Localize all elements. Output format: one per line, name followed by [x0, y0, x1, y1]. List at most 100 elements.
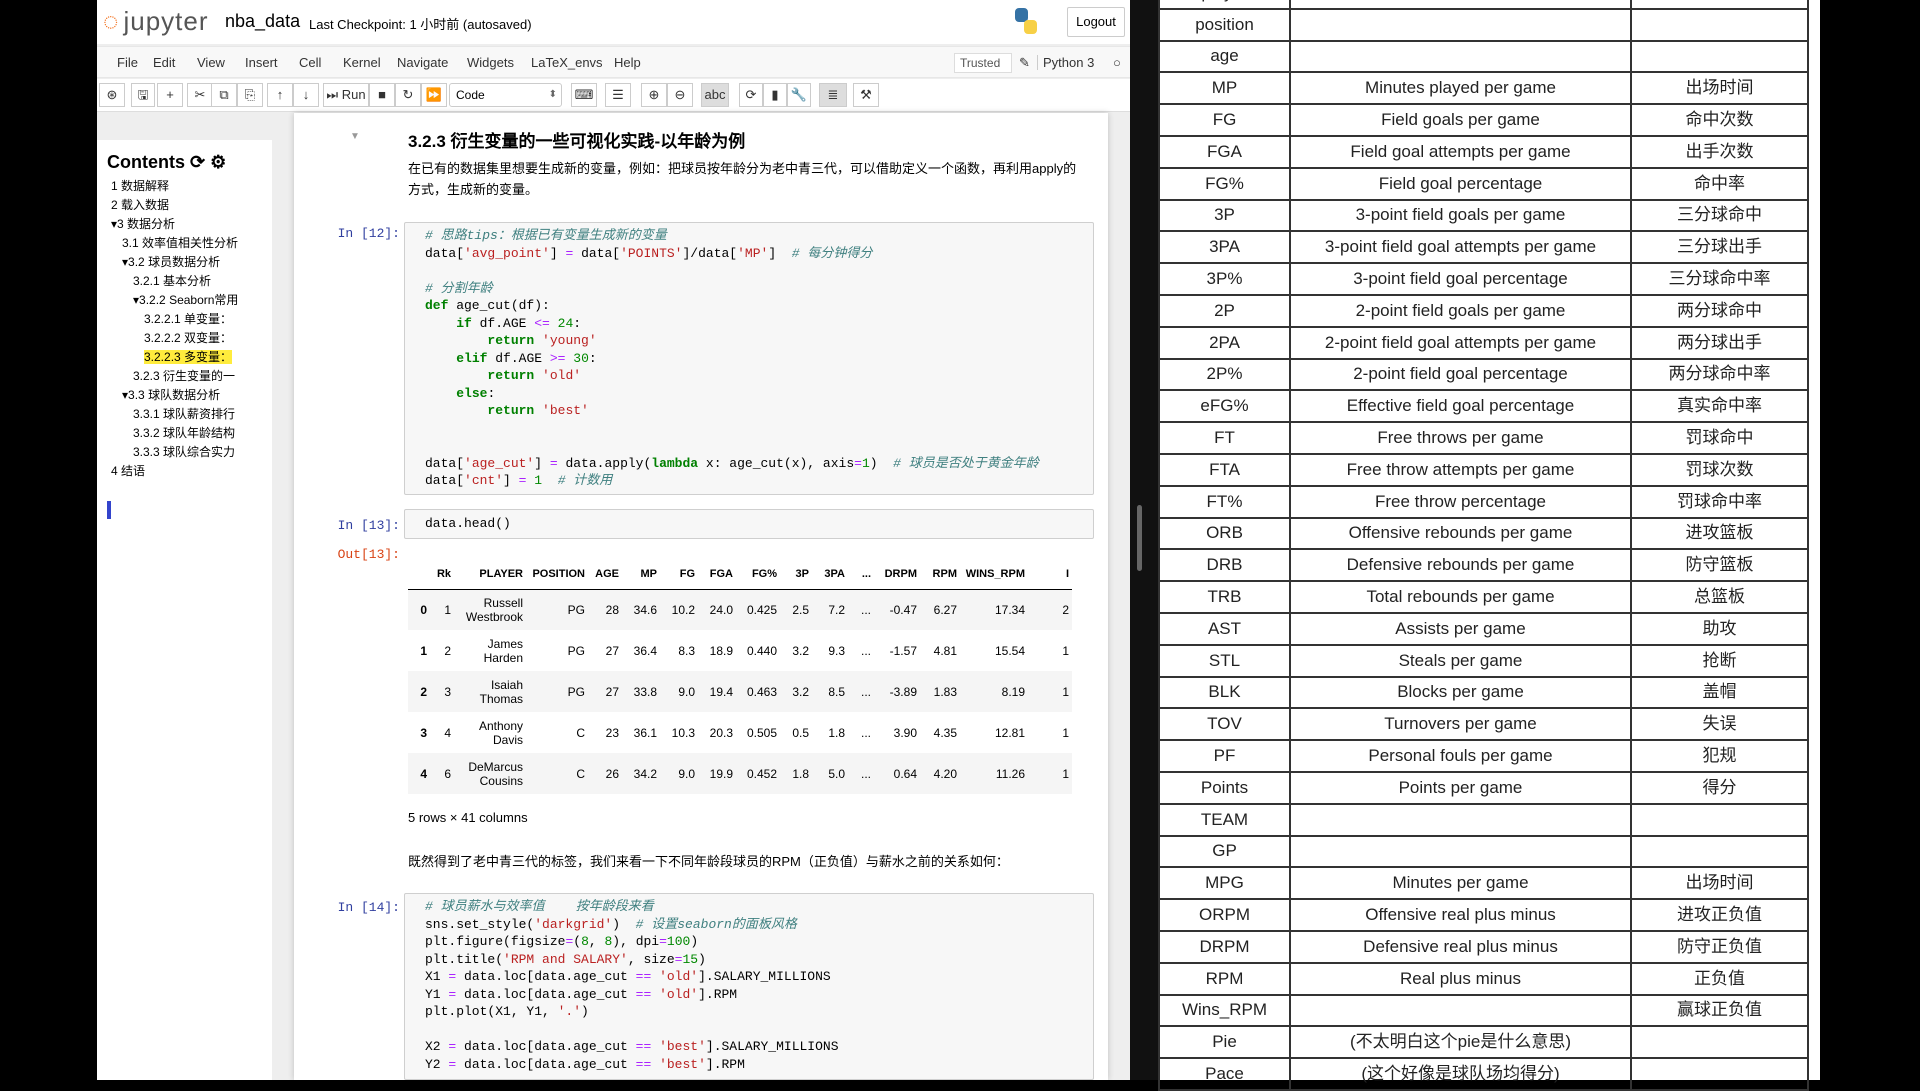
stop-icon[interactable]: ■	[369, 83, 395, 107]
run-icon: ⏭	[326, 87, 342, 102]
jupyter-window: ◌ jupyter nba_data Last Checkpoint: 1 小时前…	[97, 0, 1130, 1080]
glossary-cell: 盖帽	[1630, 675, 1809, 710]
toc-list-icon[interactable]: ≣	[819, 83, 847, 107]
glossary-cell: DRPM	[1158, 929, 1291, 964]
edit-pencil-icon[interactable]: ✎	[1019, 55, 1030, 71]
glossary-cell: Total rebounds per game	[1289, 580, 1632, 614]
column-header	[408, 559, 430, 590]
hammer-icon[interactable]: ⚒	[853, 83, 879, 107]
column-header: 3PA	[812, 559, 848, 590]
glossary-cell	[1630, 39, 1809, 74]
scrollbar[interactable]	[1137, 505, 1142, 571]
current-section-marker	[107, 501, 111, 519]
glossary-row: Wins_RPM 赢球正负值	[1158, 993, 1809, 1028]
glossary-cell: 正负值	[1630, 961, 1809, 996]
menu-help[interactable]: Help	[614, 55, 641, 70]
notebook-container: ▼ 3.2.3 衍生变量的一些可视化实践-以年龄为例 在已有的数据集里想要生成新…	[294, 113, 1108, 1080]
glossary-cell: Free throw attempts per game	[1289, 452, 1632, 487]
spellcheck-icon[interactable]: abc	[701, 83, 729, 107]
code-token: 'MP'	[737, 245, 769, 261]
table-cell: Isaiah Thomas	[454, 671, 526, 712]
intro-text: 在已有的数据集里想要生成新的变量，例如：把球员按年龄分为老中青三代，可以借助定义…	[408, 161, 1077, 197]
menu-cell[interactable]: Cell	[299, 55, 321, 70]
notebook-name[interactable]: nba_data	[225, 11, 309, 32]
toc-item[interactable]: 2 载入数据	[107, 196, 262, 215]
logout-button[interactable]: Logout	[1067, 7, 1125, 37]
menu-navigate[interactable]: Navigate	[397, 55, 448, 70]
menu-insert[interactable]: Insert	[245, 55, 278, 70]
code-token: ==	[635, 969, 652, 984]
menu-edit[interactable]: Edit	[153, 55, 175, 70]
code-cell-12[interactable]: # 思路tips：根据已有变量生成新的变量 data['avg_point'] =…	[404, 222, 1094, 495]
code-line: X1 = data.loc[data.age_cut == 'old'].SAL…	[405, 968, 1093, 986]
toc-item[interactable]: ▾3 数据分析	[107, 215, 262, 234]
collapse-heading-icon[interactable]: ▼	[350, 131, 362, 142]
toc-title: Contents ⟳ ⚙	[107, 152, 227, 172]
code-line: plt.plot(X1, Y1, '.')	[405, 1003, 1093, 1021]
toc-item[interactable]: 3.2.2.1 单变量：	[107, 310, 262, 329]
book-icon[interactable]: ▮	[763, 83, 787, 107]
toc-item[interactable]: 3.2.3 衍生变量的一	[107, 367, 262, 386]
glossary-row: position	[1158, 7, 1809, 42]
fast-forward-icon[interactable]: ⏩	[421, 83, 447, 107]
move-down-icon[interactable]: ↓	[293, 83, 319, 107]
toc-item[interactable]: 3.3.1 球队薪资排行	[107, 405, 262, 424]
toc-item[interactable]: ▾3.3 球队数据分析	[107, 386, 262, 405]
menu-view[interactable]: View	[197, 55, 225, 70]
code-token: else	[456, 385, 488, 401]
toc-item-text: 3.2.2.2 双变量：	[144, 331, 232, 345]
glossary-cell: ORPM	[1158, 898, 1291, 932]
toc-item[interactable]: ▾3.2 球员数据分析	[107, 253, 262, 272]
menu-file[interactable]: File	[117, 55, 138, 70]
trusted-badge[interactable]: Trusted	[954, 53, 1012, 73]
paste-icon[interactable]: ⎘	[237, 83, 263, 107]
toc-item[interactable]: 3.1 效率值相关性分析	[107, 234, 262, 253]
list-numbered-icon[interactable]: ☰	[605, 83, 631, 107]
code-line: # 思路tips：根据已有变量生成新的变量	[405, 227, 1093, 245]
glossary-cell: 出手次数	[1630, 134, 1809, 169]
toc-item[interactable]: 1 数据解释	[107, 177, 262, 196]
save-button[interactable]: 🖫	[131, 83, 155, 107]
toc-item[interactable]: 3.2.1 基本分析	[107, 272, 262, 291]
keyboard-icon[interactable]: ⌨	[571, 83, 597, 107]
glossary-cell: 两分球出手	[1630, 325, 1809, 360]
jupyter-logo[interactable]: ◌ jupyter	[103, 6, 221, 37]
code-cell-13[interactable]: data.head()	[404, 509, 1094, 539]
insert-cell-icon[interactable]: +	[157, 83, 183, 107]
code-token: >=	[549, 350, 566, 366]
save-icon[interactable]: ⊛	[99, 83, 125, 107]
restart-icon[interactable]: ↻	[395, 83, 421, 107]
move-up-icon[interactable]: ↑	[267, 83, 293, 107]
gear-icon[interactable]: ⚙	[210, 152, 226, 172]
menu-latex_envs[interactable]: LaTeX_envs	[531, 55, 603, 70]
table-cell: 17.34	[960, 589, 1028, 630]
refresh-icon[interactable]: ⟳	[190, 152, 205, 172]
toc-label: 结语	[121, 464, 146, 478]
code-token: data.loc[data.age_cut	[456, 986, 636, 1002]
toc-item[interactable]: 4 结语	[107, 462, 262, 481]
glossary-cell: BLK	[1158, 675, 1291, 710]
menu-kernel[interactable]: Kernel	[343, 55, 381, 70]
zoom-out-icon[interactable]: ⊖	[667, 83, 693, 107]
toc-item[interactable]: 3.3.3 球队综合实力	[107, 443, 262, 462]
glossary-cell: 两分球命中率	[1630, 357, 1809, 392]
menu-widgets[interactable]: Widgets	[467, 55, 514, 70]
kernel-name: Python 3	[1037, 55, 1109, 70]
code-token: # 计数用	[557, 473, 613, 488]
wrench-icon[interactable]: 🔧	[787, 83, 811, 107]
toc-item[interactable]: ▾3.2.2 Seaborn常用	[107, 291, 262, 310]
table-cell: 3	[430, 671, 454, 712]
toc-item[interactable]: 3.2.2.3 多变量：	[107, 348, 262, 367]
cell-type-select[interactable]: Code ⬍	[449, 83, 562, 107]
copy-icon[interactable]: ⧉	[211, 83, 237, 107]
refresh-icon[interactable]: ⟳	[739, 83, 763, 107]
toc-item[interactable]: 3.2.2.2 双变量：	[107, 329, 262, 348]
cut-icon[interactable]: ✂	[187, 83, 213, 107]
table-row: 1 2 James Harden PG 27 36.4 8.3 18.9 0.440 3.2 9.3…	[408, 630, 1072, 671]
toc-item[interactable]: 3.3.2 球队年龄结构	[107, 424, 262, 443]
zoom-in-icon[interactable]: ⊕	[641, 83, 667, 107]
run-button[interactable]: ⏭ Run	[323, 83, 369, 107]
code-cell-14[interactable]: # 球员薪水与效率值 按年龄段来看 sns.set_style('darkgrid…	[404, 893, 1094, 1080]
